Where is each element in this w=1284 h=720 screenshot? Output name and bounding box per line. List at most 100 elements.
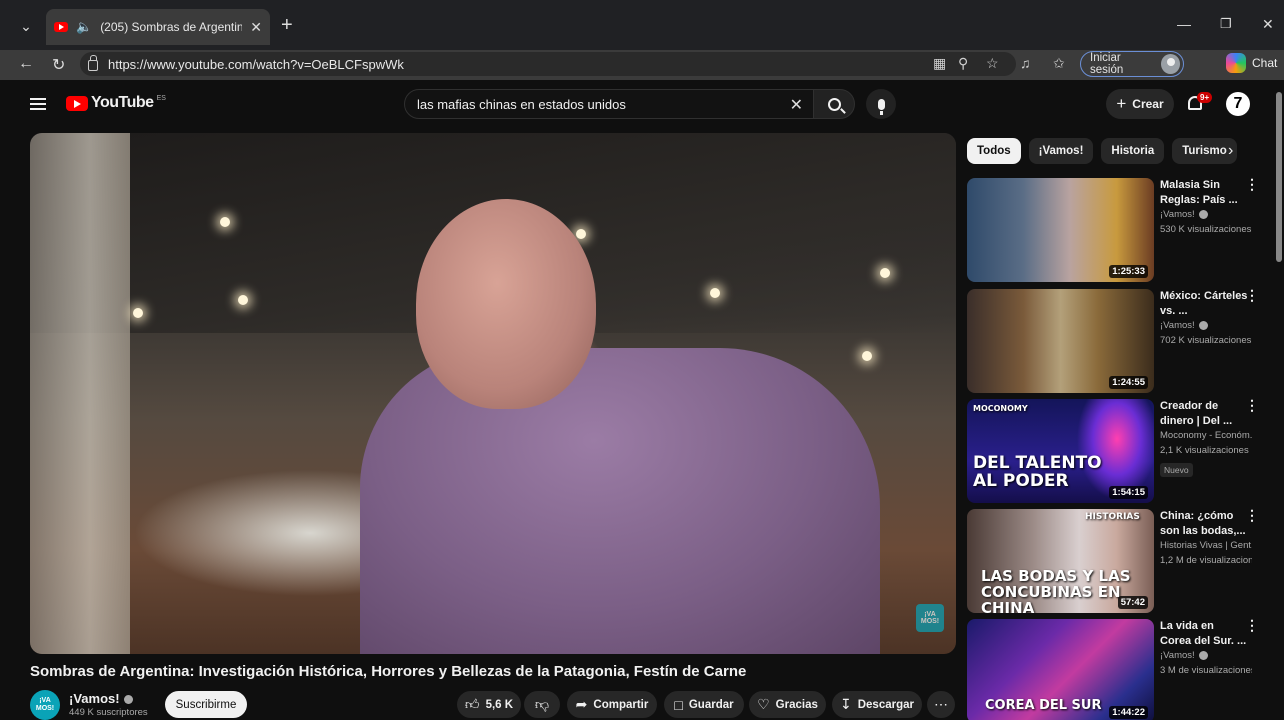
- create-label: Crear: [1132, 97, 1164, 111]
- heart-dollar-icon: ♡: [757, 696, 770, 712]
- recommendation-item[interactable]: HISTORIAS LAS BODAS Y LAS CONCUBINAS EN …: [967, 508, 1267, 613]
- youtube-logo[interactable]: YouTube ES: [66, 94, 166, 112]
- search-button[interactable]: [813, 89, 855, 119]
- dislike-button[interactable]: 👎︎: [524, 691, 560, 718]
- close-window-icon[interactable]: ✕: [1262, 16, 1274, 33]
- country-code: ES: [156, 95, 166, 102]
- video-player[interactable]: ¡VA MOS!: [30, 133, 956, 654]
- back-arrow-icon[interactable]: ←: [18, 55, 34, 73]
- subscribe-button[interactable]: Suscribirme: [165, 691, 247, 718]
- video-thumbnail[interactable]: HISTORIAS LAS BODAS Y LAS CONCUBINAS EN …: [967, 509, 1154, 613]
- video-thumbnail[interactable]: 1:24:55: [967, 289, 1154, 393]
- browser-window: ⌄ 🔈 (205) Sombras de Argentina: I ✕ + — …: [0, 0, 1284, 720]
- verified-check-icon: [1198, 650, 1208, 660]
- more-vertical-icon[interactable]: ⋮: [1245, 177, 1259, 191]
- recommendation-item[interactable]: 1:25:33 Malasia Sin Reglas: País ... ¡Va…: [967, 177, 1267, 282]
- url-field[interactable]: https://www.youtube.com/watch?v=OeBLCFsp…: [80, 52, 1016, 76]
- favorite-star-icon[interactable]: ☆: [986, 55, 999, 72]
- video-thumbnail[interactable]: MOCONOMY DEL TALENTO AL PODER 1:54:15: [967, 399, 1154, 503]
- restore-icon[interactable]: ❐: [1220, 16, 1232, 32]
- duration-badge: 57:42: [1117, 596, 1148, 609]
- youtube-play-icon: [66, 95, 88, 111]
- more-vertical-icon[interactable]: ⋮: [1245, 618, 1259, 632]
- channel-name: ¡Vamos!: [69, 691, 120, 706]
- video-frame-light: [710, 288, 720, 298]
- new-tab-plus-icon[interactable]: +: [281, 14, 293, 36]
- recommendation-item[interactable]: 1:24:55 México: Cárteles vs. ... ¡Vamos!…: [967, 288, 1267, 393]
- duration-badge: 1:24:55: [1109, 376, 1148, 389]
- share-button[interactable]: ➦ Compartir: [567, 691, 657, 718]
- chip-historia[interactable]: Historia: [1101, 138, 1165, 164]
- verified-check-icon: [1198, 209, 1208, 219]
- search-input[interactable]: las mafias chinas en estados unidos ✕: [404, 89, 814, 119]
- refresh-icon[interactable]: ↻: [52, 55, 65, 75]
- recommendation-channel[interactable]: Moconomy - Económ...: [1160, 430, 1252, 441]
- duration-badge: 1:25:33: [1109, 265, 1148, 278]
- video-frame-light: [220, 217, 230, 227]
- tab-list-chevron-icon[interactable]: ⌄: [10, 13, 42, 39]
- more-vertical-icon[interactable]: ⋮: [1245, 508, 1259, 522]
- chip-todos[interactable]: Todos: [967, 138, 1021, 164]
- signin-button[interactable]: Iniciar sesión: [1080, 51, 1184, 77]
- account-avatar[interactable]: 7: [1226, 92, 1250, 116]
- verified-check-icon: [1198, 320, 1208, 330]
- zoom-icon[interactable]: ⚲: [958, 55, 968, 72]
- chip-vamos[interactable]: ¡Vamos!: [1028, 138, 1094, 164]
- video-thumbnail[interactable]: 1:25:33: [967, 178, 1154, 282]
- duration-badge: 1:54:15: [1109, 486, 1148, 499]
- active-tab[interactable]: 🔈 (205) Sombras de Argentina: I ✕: [46, 9, 270, 45]
- copilot-icon: [1226, 53, 1246, 73]
- like-button[interactable]: 👍︎ 5,6 K: [457, 691, 521, 718]
- favorites-collection-icon[interactable]: ✩: [1053, 55, 1065, 72]
- channel-watermark[interactable]: ¡VA MOS!: [916, 604, 944, 632]
- tab-bar: ⌄ 🔈 (205) Sombras de Argentina: I ✕ + — …: [0, 0, 1284, 50]
- minimize-icon[interactable]: —: [1177, 16, 1191, 32]
- read-aloud-icon[interactable]: ♫: [1020, 55, 1031, 71]
- recommendation-title[interactable]: Creador de dinero | Del ...: [1160, 399, 1248, 429]
- chevron-right-icon[interactable]: ›: [1228, 142, 1233, 160]
- create-button[interactable]: + Crear: [1106, 89, 1174, 119]
- voice-search-button[interactable]: [866, 89, 896, 119]
- more-actions-button[interactable]: ⋯: [927, 691, 955, 718]
- duration-badge: 1:44:22: [1109, 706, 1148, 719]
- save-label: Guardar: [688, 698, 734, 711]
- recommendation-title[interactable]: México: Cárteles vs. ...: [1160, 289, 1248, 319]
- more-vertical-icon[interactable]: ⋮: [1245, 398, 1259, 412]
- recommendation-views: 1,2 M de visualizaciones: [1160, 555, 1252, 566]
- recommendation-views: 2,1 K visualizaciones · h: [1160, 445, 1252, 456]
- recommendation-channel[interactable]: ¡Vamos!: [1160, 320, 1252, 331]
- save-button[interactable]: □ Guardar: [664, 691, 744, 718]
- recommendation-channel[interactable]: Historias Vivas | Gent...: [1160, 540, 1252, 551]
- download-button[interactable]: ↧ Descargar: [832, 691, 922, 718]
- video-frame-light: [238, 295, 248, 305]
- app-available-icon[interactable]: ▦: [933, 55, 946, 72]
- thumbnail-brand: MOCONOMY: [973, 404, 1028, 413]
- channel-avatar[interactable]: ¡VA MOS!: [30, 690, 60, 720]
- clear-search-icon[interactable]: ✕: [790, 95, 803, 115]
- recommendation-item[interactable]: MOCONOMY DEL TALENTO AL PODER 1:54:15 Cr…: [967, 398, 1267, 503]
- profile-avatar-icon: [1160, 54, 1180, 74]
- close-tab-icon[interactable]: ✕: [250, 19, 262, 36]
- recommendation-channel[interactable]: ¡Vamos!: [1160, 650, 1252, 661]
- recommendation-views: 530 K visualizaciones ·: [1160, 224, 1252, 235]
- search-icon: [827, 97, 841, 111]
- thanks-button[interactable]: ♡ Gracias: [749, 691, 826, 718]
- recommendation-item[interactable]: COREA DEL SUR 1:44:22 La vida en Corea d…: [967, 618, 1267, 720]
- video-thumbnail[interactable]: COREA DEL SUR 1:44:22: [967, 619, 1154, 720]
- subscriber-count: 449 K suscriptores: [69, 707, 148, 718]
- new-badge: Nuevo: [1160, 463, 1193, 477]
- menu-icon[interactable]: [30, 98, 46, 110]
- recommendation-title[interactable]: China: ¿cómo son las bodas,...: [1160, 509, 1248, 539]
- recommendation-channel[interactable]: ¡Vamos!: [1160, 209, 1252, 220]
- thumbs-up-icon: 👍︎: [464, 696, 480, 712]
- speaker-icon[interactable]: 🔈: [76, 19, 92, 35]
- url-text: https://www.youtube.com/watch?v=OeBLCFsp…: [108, 56, 404, 72]
- channel-name-row[interactable]: ¡Vamos!: [69, 691, 133, 706]
- more-vertical-icon[interactable]: ⋮: [1245, 288, 1259, 302]
- copilot-chat-button[interactable]: Chat: [1226, 53, 1277, 73]
- thumbnail-text: COREA DEL SUR: [985, 698, 1102, 713]
- video-frame-light: [133, 308, 143, 318]
- page-scrollbar[interactable]: [1276, 92, 1282, 262]
- recommendation-title[interactable]: La vida en Corea del Sur. ...: [1160, 619, 1248, 649]
- recommendation-title[interactable]: Malasia Sin Reglas: País ...: [1160, 178, 1248, 208]
